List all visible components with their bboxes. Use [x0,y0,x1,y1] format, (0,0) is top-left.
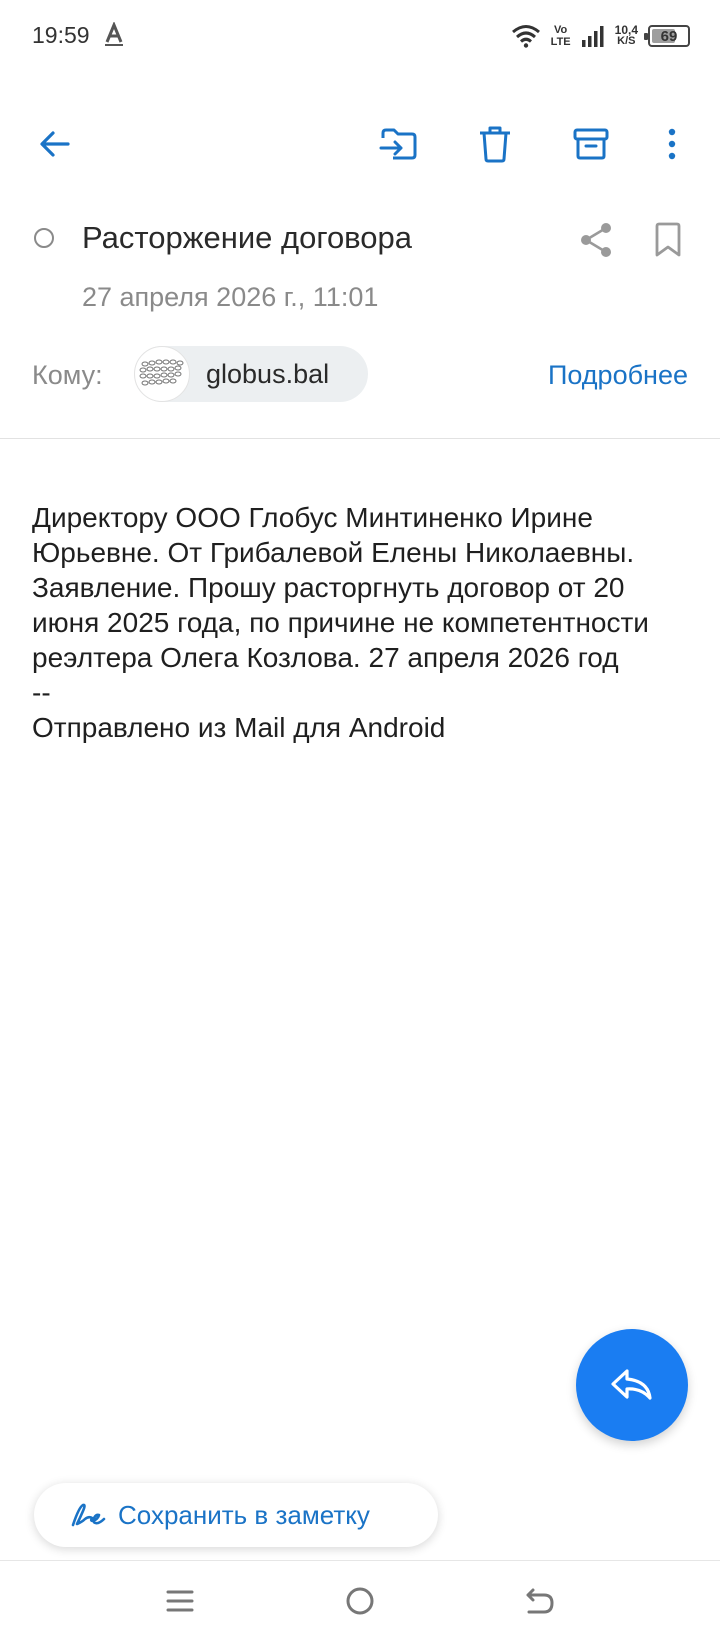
nav-home-button[interactable] [332,1575,388,1627]
arrow-left-icon [40,131,70,157]
delete-button[interactable] [463,112,527,176]
email-body-text: Директору ООО Глобус Минтиненко Ирине Юр… [32,502,649,673]
battery-icon: 69 [644,25,690,47]
reply-button[interactable] [576,1329,688,1441]
back-button[interactable] [23,112,87,176]
archive-button[interactable] [559,112,623,176]
move-to-folder-button[interactable] [367,112,431,176]
avatar [134,346,190,402]
unread-toggle[interactable] [34,228,54,248]
move-to-folder-icon [379,128,417,160]
reply-icon [611,1369,652,1400]
share-button[interactable] [572,216,620,264]
nav-back-button[interactable] [512,1575,568,1627]
archive-icon [573,128,609,160]
back-arrow-icon [526,1588,554,1614]
accessibility-a-icon [105,22,123,46]
status-bar: 19:59 Vo LTE 10,4 K/S 69 [0,0,720,72]
recipient-chip[interactable]: globus.bal [134,346,368,402]
home-circle-icon [346,1587,374,1615]
signal-icon [581,26,604,47]
more-options-button[interactable] [640,112,704,176]
bookmark-icon [655,222,681,257]
net-speed: 10,4 K/S [615,24,638,47]
sender-logo-icon [139,359,184,386]
signature-separator: -- [32,677,51,708]
save-to-note-button[interactable]: Сохранить в заметку [34,1483,438,1547]
to-label: Кому: [32,360,103,390]
signature: Отправлено из Mail для Android [32,712,446,743]
note-script-icon [71,1503,106,1527]
email-toolbar [0,112,720,176]
subject-row: Расторжение договора [0,210,720,270]
system-nav-bar [0,1561,720,1640]
battery-level: 69 [660,27,678,45]
save-to-note-label: Сохранить в заметку [118,1499,370,1530]
bookmark-button[interactable] [644,216,692,264]
recipient-name: globus.bal [206,358,330,389]
details-link[interactable]: Подробнее [548,360,688,391]
more-vertical-icon [668,128,676,160]
share-icon [581,223,611,257]
net-speed-unit: K/S [617,35,636,47]
volte-indicator: Vo LTE [551,24,571,48]
menu-icon [166,1590,194,1612]
volte-top: Vo [554,24,568,36]
nav-recents-button[interactable] [152,1575,208,1627]
volte-bottom: LTE [550,36,571,48]
wifi-icon [511,25,540,48]
trash-icon [480,126,510,163]
email-body: Директору ООО Глобус Минтиненко Ирине Юр… [32,500,692,745]
header-divider [0,438,720,439]
email-subject: Расторжение договора [82,220,413,255]
email-date: 27 апреля 2026 г., 11:01 [82,282,379,312]
status-indicators: Vo LTE 10,4 K/S 69 [511,18,690,54]
status-time: 19:59 [32,22,90,48]
